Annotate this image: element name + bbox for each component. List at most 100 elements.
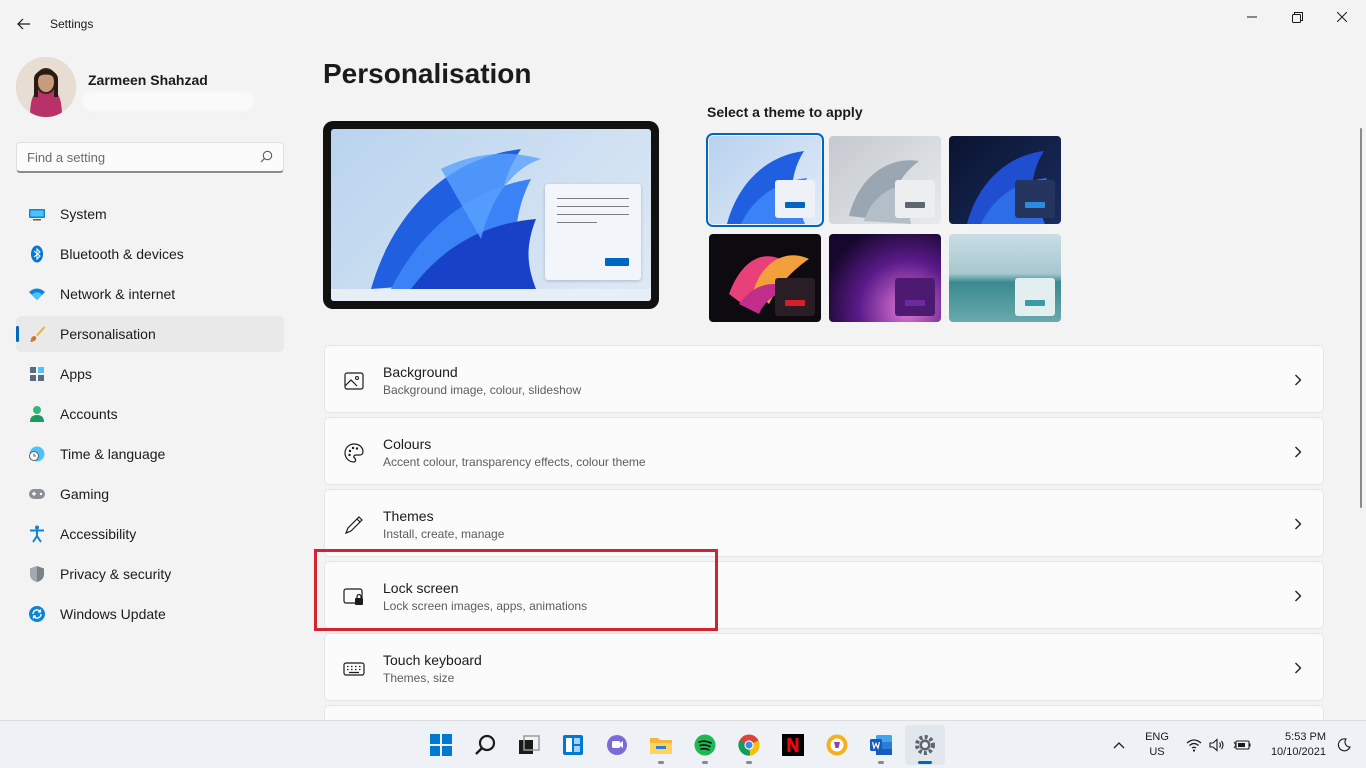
sidebar-item-label: Privacy & security: [60, 566, 172, 582]
chevron-right-icon: [1291, 516, 1305, 532]
chevron-up-icon: [1113, 742, 1125, 749]
netflix-button[interactable]: [773, 725, 813, 765]
brave-browser-icon: [826, 734, 848, 756]
sidebar-item-label: Accessibility: [60, 526, 137, 542]
back-button[interactable]: [10, 12, 38, 36]
person-icon: [28, 405, 46, 423]
word-button[interactable]: [861, 725, 901, 765]
monitor-icon: [28, 205, 46, 223]
search-icon: [260, 150, 273, 168]
sidebar-item-label: Gaming: [60, 486, 110, 502]
profile-email-redacted: [82, 91, 254, 111]
preview-taskbar: [331, 289, 651, 301]
card-title: Themes: [383, 508, 434, 524]
avatar[interactable]: [16, 57, 76, 117]
sidebar-item-gaming[interactable]: Gaming: [16, 476, 284, 512]
chevron-right-icon: [1291, 444, 1305, 460]
gamepad-icon: [28, 485, 46, 503]
sidebar-item-privacy[interactable]: Privacy & security: [16, 556, 284, 592]
theme-captured-motion[interactable]: [709, 234, 821, 322]
sidebar-item-windows-update[interactable]: Windows Update: [16, 596, 284, 632]
clock-time: 5:53 PM: [1285, 731, 1326, 743]
window-title: Settings: [50, 17, 94, 31]
sidebar-item-network[interactable]: Network & internet: [16, 276, 284, 312]
widgets-button[interactable]: [553, 725, 593, 765]
sidebar-item-label: Time & language: [60, 446, 166, 462]
card-themes[interactable]: Themes Install, create, manage: [324, 489, 1324, 557]
minimize-icon: [1247, 16, 1257, 18]
close-button[interactable]: [1319, 4, 1365, 30]
teams-chat-button[interactable]: [597, 725, 637, 765]
palette-icon: [343, 442, 365, 464]
card-lock-screen[interactable]: Lock screen Lock screen images, apps, an…: [324, 561, 1324, 629]
chrome-button[interactable]: [729, 725, 769, 765]
update-icon: [28, 605, 46, 623]
notification-button[interactable]: [1334, 735, 1354, 755]
language-indicator[interactable]: ENG US: [1140, 730, 1174, 760]
card-subtitle: Accent colour, transparency effects, col…: [383, 455, 646, 469]
keyboard-icon: [343, 658, 365, 680]
preview-desktop: [331, 129, 651, 301]
card-title: Background: [383, 364, 458, 380]
search-box[interactable]: [16, 142, 284, 173]
theme-sunrise[interactable]: [829, 234, 941, 322]
language-code: ENG: [1145, 731, 1169, 743]
bluetooth-icon: [28, 245, 46, 263]
image-icon: [343, 370, 365, 392]
settings-app-button[interactable]: [905, 725, 945, 765]
file-explorer-button[interactable]: [641, 725, 681, 765]
sidebar-item-accessibility[interactable]: Accessibility: [16, 516, 284, 552]
sidebar-item-apps[interactable]: Apps: [16, 356, 284, 392]
sidebar-item-personalisation[interactable]: Personalisation: [16, 316, 284, 352]
volume-icon[interactable]: [1207, 735, 1227, 755]
accessibility-icon: [28, 525, 46, 543]
brave-button[interactable]: [817, 725, 857, 765]
show-hidden-icons-button[interactable]: [1108, 735, 1130, 755]
search-input[interactable]: [17, 143, 247, 171]
card-background[interactable]: Background Background image, colour, sli…: [324, 345, 1324, 413]
clock[interactable]: 5:53 PM 10/10/2021: [1258, 730, 1326, 760]
theme-windows-light[interactable]: [706, 133, 824, 227]
scrollbar[interactable]: [1360, 128, 1362, 508]
sidebar-item-label: System: [60, 206, 107, 222]
sidebar-item-system[interactable]: System: [16, 196, 284, 232]
start-button[interactable]: [421, 725, 461, 765]
sidebar-item-accounts[interactable]: Accounts: [16, 396, 284, 432]
card-colours[interactable]: Colours Accent colour, transparency effe…: [324, 417, 1324, 485]
search-icon: [475, 734, 496, 755]
card-subtitle: Install, create, manage: [383, 527, 505, 541]
profile-photo: [16, 57, 76, 117]
sidebar-item-time-language[interactable]: Time & language: [16, 436, 284, 472]
paintbrush-icon: [28, 325, 46, 343]
taskbar-search-button[interactable]: [465, 725, 505, 765]
spotify-icon: [694, 734, 716, 756]
chevron-right-icon: [1291, 372, 1305, 388]
pen-icon: [343, 514, 365, 536]
word-icon: [870, 735, 892, 755]
restore-icon: [1291, 11, 1303, 23]
spotify-button[interactable]: [685, 725, 725, 765]
card-subtitle: Background image, colour, slideshow: [383, 383, 582, 397]
maximize-button[interactable]: [1274, 4, 1320, 30]
card-title: Touch keyboard: [383, 652, 482, 668]
battery-icon[interactable]: [1232, 735, 1252, 755]
theme-preview: [323, 121, 659, 309]
sidebar-item-bluetooth[interactable]: Bluetooth & devices: [16, 236, 284, 272]
shield-icon: [28, 565, 46, 583]
file-explorer-icon: [650, 738, 672, 754]
teams-chat-icon: [607, 735, 627, 755]
card-title: Colours: [383, 436, 432, 452]
taskbar: ENG US 5:53 PM 10/10/2021: [0, 720, 1366, 768]
wifi-status-icon[interactable]: [1184, 735, 1204, 755]
wifi-icon: [28, 285, 46, 303]
task-view-button[interactable]: [509, 725, 549, 765]
theme-flow[interactable]: [949, 234, 1061, 322]
language-region: US: [1149, 746, 1165, 758]
theme-windows-dark[interactable]: [949, 136, 1061, 224]
netflix-icon: [782, 734, 804, 756]
title-bar: Settings: [0, 0, 1366, 48]
theme-glow[interactable]: [829, 136, 941, 224]
minimize-button[interactable]: [1229, 4, 1275, 30]
card-touch-keyboard[interactable]: Touch keyboard Themes, size: [324, 633, 1324, 701]
sidebar-item-label: Windows Update: [60, 606, 166, 622]
